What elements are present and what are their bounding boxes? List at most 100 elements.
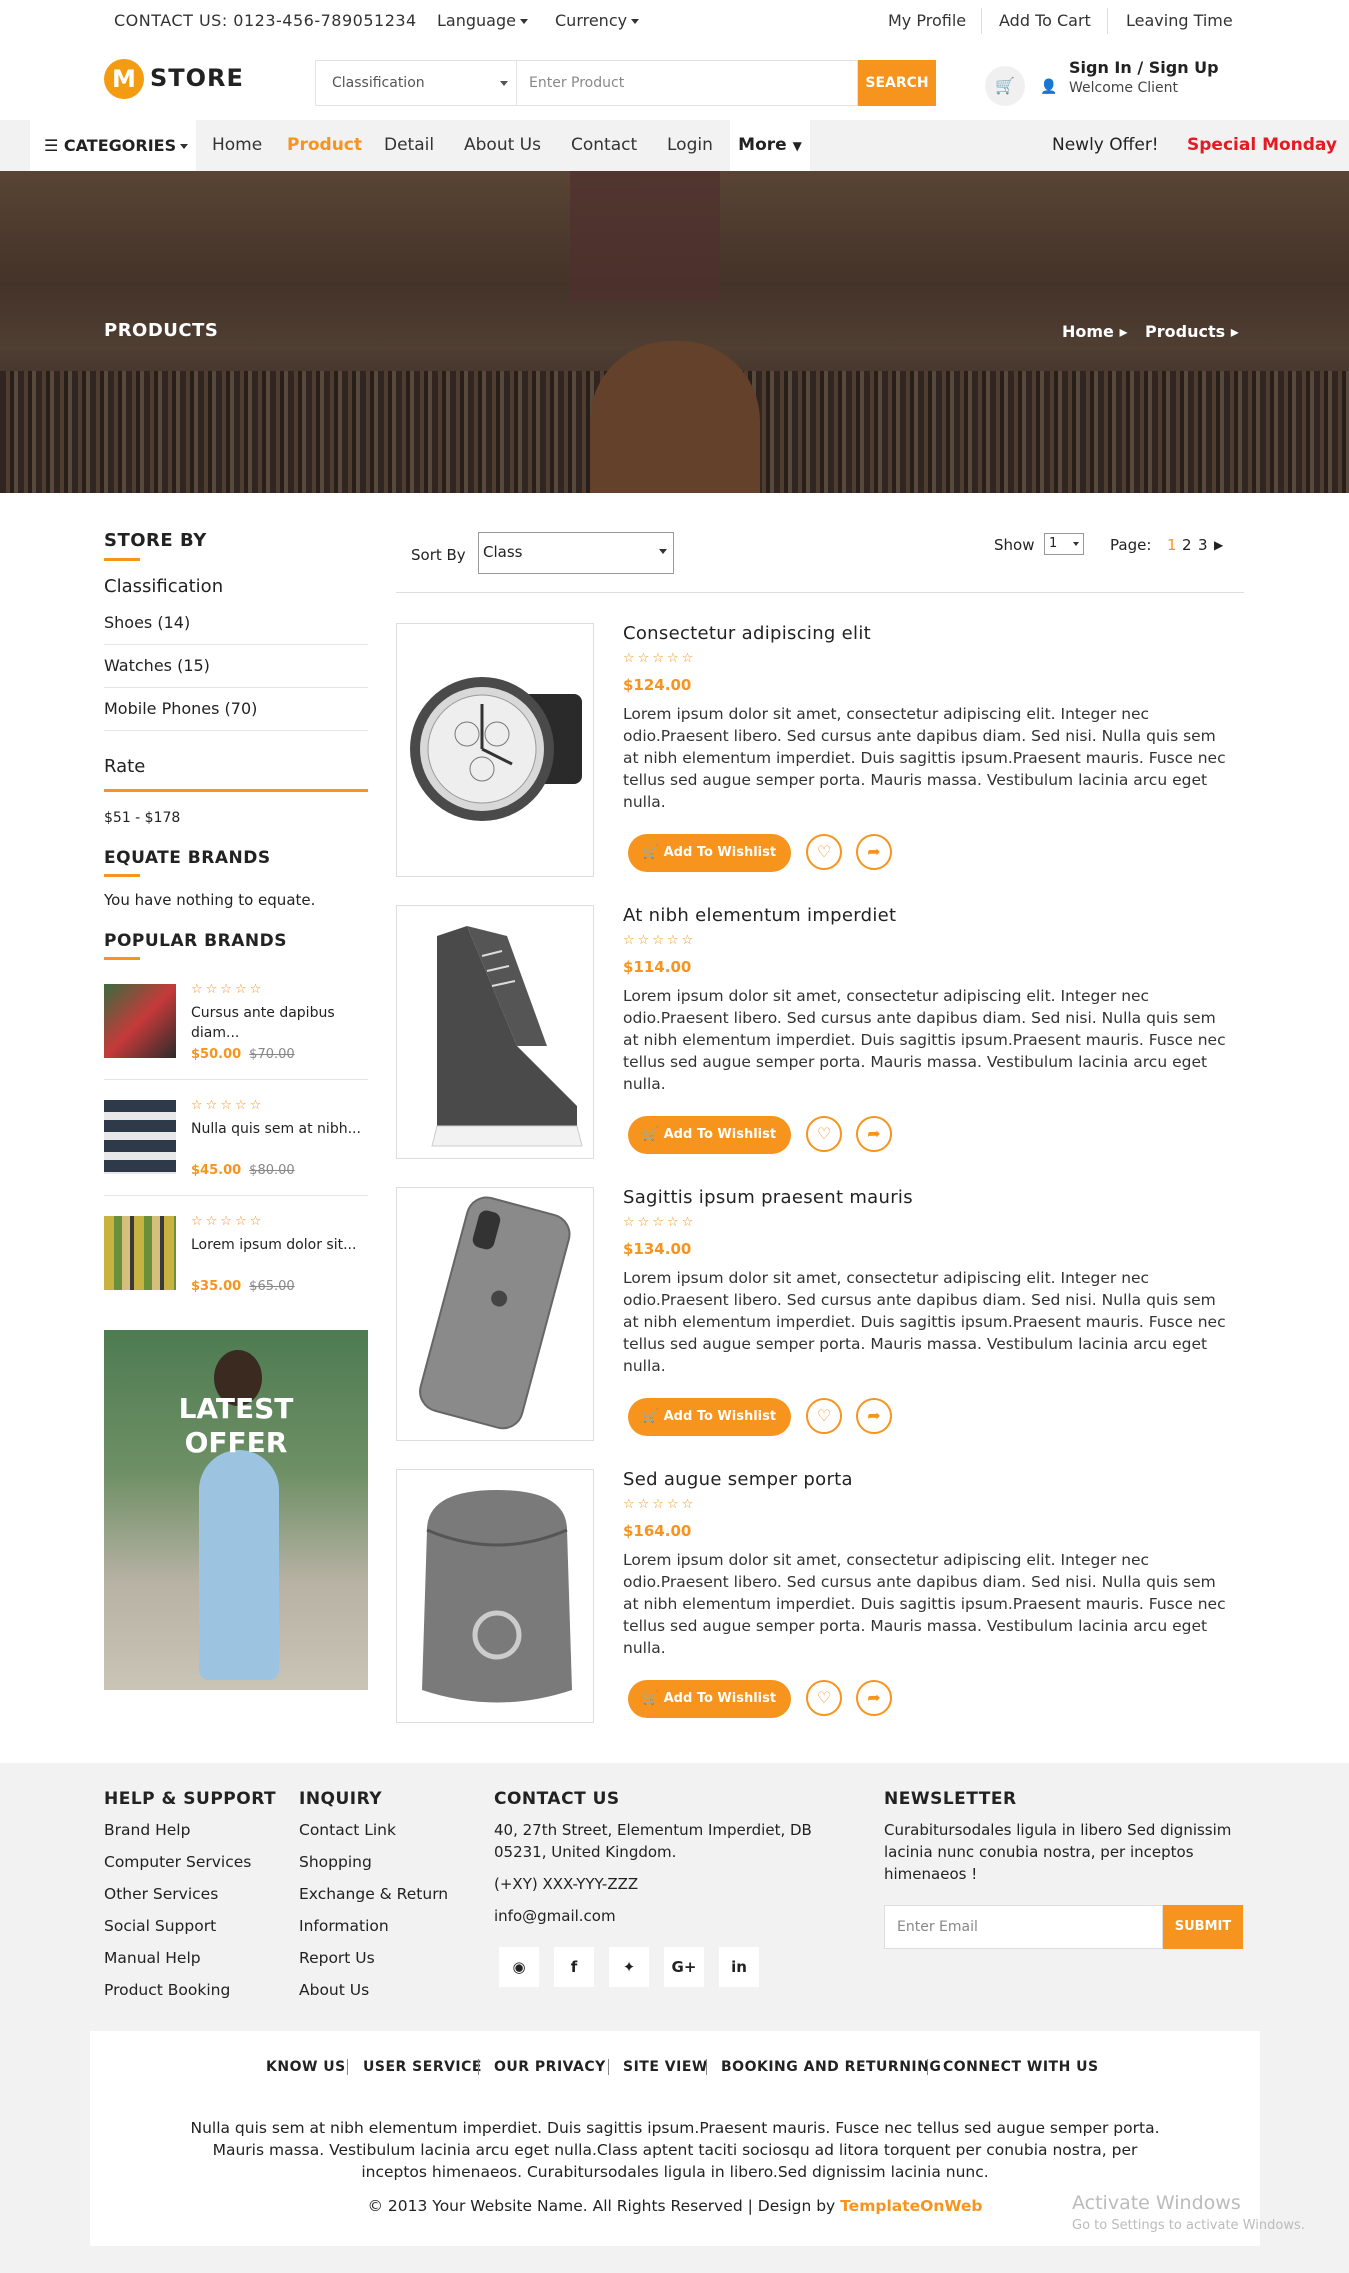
nav-more[interactable]: More ▼: [730, 120, 810, 171]
category-watches[interactable]: Watches (15): [104, 656, 210, 675]
footer-link[interactable]: Information: [299, 1915, 448, 1947]
language-dropdown[interactable]: Language: [437, 11, 528, 30]
add-to-cart-link[interactable]: Add To Cart: [999, 11, 1091, 30]
booking-and-returning-link[interactable]: BOOKING AND RETURNING: [721, 2059, 941, 2075]
brand-image-3[interactable]: [104, 1216, 176, 1290]
category-shoes[interactable]: Shoes (14): [104, 613, 190, 632]
chevron-down-icon: [631, 19, 640, 24]
brand-image-2[interactable]: [104, 1100, 176, 1174]
rss-icon[interactable]: ◉: [499, 1947, 539, 1987]
footer-paragraph: Nulla quis sem at nibh elementum imperdi…: [190, 2119, 1160, 2181]
more-label: More: [738, 135, 787, 155]
product-image-phone[interactable]: [396, 1187, 594, 1441]
nav-product[interactable]: Product: [287, 120, 362, 171]
product-title-4[interactable]: Sed augue semper porta: [623, 1469, 853, 1490]
heart-icon[interactable]: ♡: [806, 834, 842, 870]
search-category-select[interactable]: Classification: [315, 60, 517, 106]
submit-button[interactable]: SUBMIT: [1163, 1905, 1243, 1949]
designer-link[interactable]: TemplateOnWeb: [840, 2197, 982, 2215]
twitter-icon[interactable]: ✦: [609, 1947, 649, 1987]
my-profile-link[interactable]: My Profile: [888, 11, 966, 30]
rate-slider[interactable]: [104, 789, 368, 792]
breadcrumb-products[interactable]: Products ▸: [1145, 322, 1239, 341]
nav-about-us[interactable]: About Us: [464, 120, 541, 171]
leaving-time-link[interactable]: Leaving Time: [1126, 11, 1233, 30]
product-title-3[interactable]: Sagittis ipsum praesent mauris: [623, 1187, 913, 1208]
our-privacy-link[interactable]: OUR PRIVACY: [494, 2059, 606, 2075]
add-to-wishlist-button[interactable]: 🛒 Add To Wishlist: [628, 834, 791, 872]
heart-icon[interactable]: ♡: [806, 1398, 842, 1434]
know-us-link[interactable]: KNOW US: [266, 2059, 346, 2075]
share-icon[interactable]: ➦: [856, 1680, 892, 1716]
email[interactable]: info@gmail.com: [494, 1905, 854, 1927]
product-title-1[interactable]: Consectetur adipiscing elit: [623, 623, 871, 644]
product-title-2[interactable]: At nibh elementum imperdiet: [623, 905, 896, 926]
footer-link[interactable]: Shopping: [299, 1851, 448, 1883]
category-mobile-phones[interactable]: Mobile Phones (70): [104, 699, 257, 718]
next-page-icon[interactable]: ▶: [1214, 538, 1223, 552]
logo-icon[interactable]: M: [104, 59, 144, 99]
sign-in-link[interactable]: Sign In / Sign Up: [1069, 58, 1219, 77]
brand-title-2[interactable]: Nulla quis sem at nibh...: [191, 1119, 366, 1139]
linkedin-icon[interactable]: in: [719, 1947, 759, 1987]
chevron-down-icon: ▼: [792, 139, 802, 153]
share-icon[interactable]: ➦: [856, 1398, 892, 1434]
page-2[interactable]: 2: [1182, 536, 1192, 554]
footer-link[interactable]: About Us: [299, 1979, 448, 2011]
facebook-icon[interactable]: f: [554, 1947, 594, 1987]
sort-select[interactable]: Class: [478, 532, 674, 574]
user-service-link[interactable]: USER SERVICE: [363, 2059, 482, 2075]
brand-image-1[interactable]: [104, 984, 176, 1058]
heart-icon[interactable]: ♡: [806, 1680, 842, 1716]
search-button[interactable]: SEARCH: [858, 60, 936, 106]
contact-heading: CONTACT US: [494, 1789, 620, 1809]
newsletter-email-input[interactable]: Enter Email: [884, 1905, 1163, 1949]
show-select[interactable]: 1: [1044, 533, 1084, 555]
logo-text[interactable]: STORE: [150, 64, 244, 92]
share-icon[interactable]: ➦: [856, 1116, 892, 1152]
share-icon[interactable]: ➦: [856, 834, 892, 870]
product-image-shoe[interactable]: [396, 905, 594, 1159]
language-label: Language: [437, 11, 516, 30]
footer-contact-column: CONTACT US 40, 27th Street, Elementum Im…: [494, 1789, 854, 1927]
site-view-link[interactable]: SITE VIEW: [623, 2059, 708, 2075]
footer-link[interactable]: Manual Help: [104, 1947, 276, 1979]
latest-offer-banner[interactable]: LATEST OFFER: [104, 1330, 368, 1690]
product-description: Lorem ipsum dolor sit amet, consectetur …: [623, 1269, 1226, 1375]
brand-title-1[interactable]: Cursus ante dapibus diam...: [191, 1003, 366, 1043]
special-monday[interactable]: Special Monday: [1187, 120, 1337, 171]
footer-link[interactable]: Product Booking: [104, 1979, 276, 2011]
currency-dropdown[interactable]: Currency: [555, 11, 640, 30]
cart-icon[interactable]: 🛒: [985, 66, 1025, 106]
categories-menu[interactable]: ☰ CATEGORIES: [30, 120, 196, 171]
footer-link[interactable]: Other Services: [104, 1883, 276, 1915]
brand-title-3[interactable]: Lorem ipsum dolor sit...: [191, 1235, 366, 1255]
page-1[interactable]: 1: [1167, 536, 1177, 554]
newly-offer[interactable]: Newly Offer!: [1052, 120, 1159, 171]
breadcrumb-home[interactable]: Home ▸: [1062, 322, 1128, 341]
cart-icon: 🛒: [642, 1127, 664, 1142]
product-image-bag[interactable]: [396, 1469, 594, 1723]
page-3[interactable]: 3: [1198, 536, 1208, 554]
add-to-wishlist-button[interactable]: 🛒 Add To Wishlist: [628, 1116, 791, 1154]
google-plus-icon[interactable]: G+: [664, 1947, 704, 1987]
footer-link[interactable]: Contact Link: [299, 1819, 448, 1851]
product-image-watch[interactable]: [396, 623, 594, 877]
footer-link[interactable]: Social Support: [104, 1915, 276, 1947]
nav-detail[interactable]: Detail: [384, 120, 434, 171]
search-input[interactable]: Enter Product: [517, 60, 858, 106]
nav-login[interactable]: Login: [667, 120, 713, 171]
nav-home[interactable]: Home: [212, 120, 262, 171]
caret-right-icon: ▸: [1119, 322, 1128, 341]
footer-link[interactable]: Brand Help: [104, 1819, 276, 1851]
nav-contact[interactable]: Contact: [571, 120, 637, 171]
add-to-wishlist-button[interactable]: 🛒 Add To Wishlist: [628, 1680, 791, 1718]
footer-link[interactable]: Computer Services: [104, 1851, 276, 1883]
footer-link[interactable]: Exchange & Return: [299, 1883, 448, 1915]
footer-link[interactable]: Report Us: [299, 1947, 448, 1979]
cart-icon: 🛒: [642, 1691, 664, 1706]
connect-with-us-link[interactable]: CONNECT WITH US: [943, 2059, 1099, 2075]
add-to-wishlist-button[interactable]: 🛒 Add To Wishlist: [628, 1398, 791, 1436]
bag-icon: [422, 1490, 572, 1703]
heart-icon[interactable]: ♡: [806, 1116, 842, 1152]
